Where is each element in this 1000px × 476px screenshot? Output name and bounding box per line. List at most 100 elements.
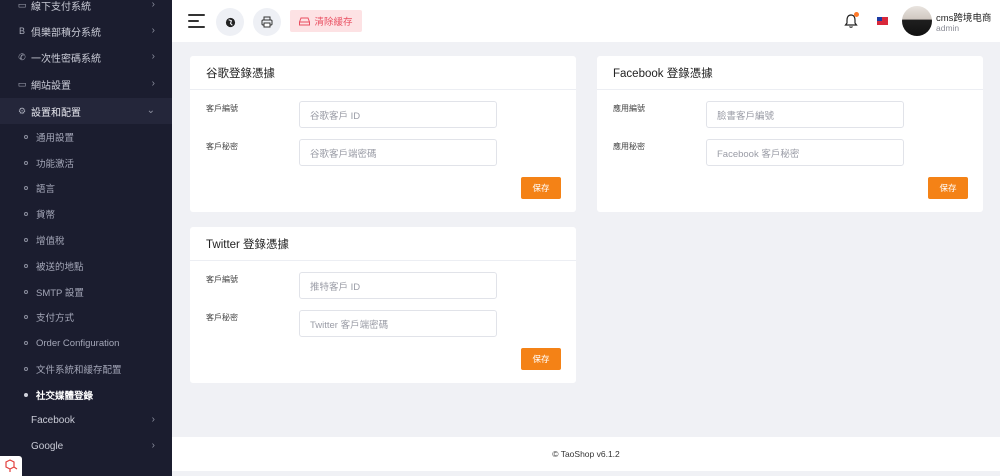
sidebar-subitem-smtp-settings[interactable]: SMTP 設置: [0, 279, 172, 305]
gear-icon: ⚙: [17, 105, 27, 116]
sidebar-subitem-label: 文件系統和緩存配置: [36, 365, 122, 376]
sidebar-subitem-order-configuration[interactable]: Order Configuration: [0, 330, 172, 356]
sidebar-item-label: 設置和配置: [31, 107, 81, 119]
client-secret-label: 客戶秘密: [206, 313, 238, 322]
bullet-icon: [24, 161, 28, 165]
bitcoin-icon: B: [18, 26, 25, 36]
bullet-icon: [24, 238, 28, 242]
card-title: 谷歌登錄憑據: [206, 67, 275, 80]
chevron-right-icon: ›: [151, 440, 155, 451]
sidebar-subitem-payment-methods[interactable]: 支付方式: [0, 304, 172, 330]
bullet-icon: [24, 367, 28, 371]
google-client-id-input[interactable]: 谷歌客戶 ID: [299, 101, 497, 128]
card-title: Facebook 登錄憑據: [613, 67, 713, 80]
bullet-icon: [24, 341, 28, 345]
sidebar-subitem-label: Order Configuration: [36, 337, 120, 349]
user-role: admin: [936, 23, 960, 33]
sidebar-subitem-currency[interactable]: 貨幣: [0, 201, 172, 227]
card-title: Twitter 登錄憑據: [206, 238, 290, 251]
notification-badge: [854, 12, 859, 17]
printer-icon: [261, 16, 273, 28]
sidebar-subitem-label: 通用設置: [36, 133, 75, 144]
footer: © TaoShop v6.1.2: [172, 437, 1000, 471]
sidebar-item-label: 俱樂部積分系統: [31, 27, 101, 39]
divider: [190, 89, 576, 90]
monitor-icon: ▭: [17, 78, 27, 89]
sidebar-item-label: 線下支付系統: [31, 1, 91, 13]
sidebar-item-otp-system[interactable]: ✆ 一次性密碼系統 ›: [0, 44, 172, 70]
sidebar-item-website-setup[interactable]: ▭ 網站設置 ›: [0, 71, 172, 97]
avatar[interactable]: [902, 6, 932, 36]
sidebar-subitem-vat[interactable]: 增值稅: [0, 227, 172, 253]
sidebar-subitem-label: 語言: [36, 184, 56, 195]
chevron-right-icon: ›: [151, 414, 155, 425]
sidebar-subitem-languages[interactable]: 語言: [0, 175, 172, 201]
sidebar-subitem-label: 社交媒體登錄: [36, 391, 94, 402]
sidebar-item-google[interactable]: Google ›: [0, 433, 172, 459]
sidebar-item-club-points[interactable]: B 俱樂部積分系統 ›: [0, 18, 172, 44]
user-name[interactable]: cms跨境电商: [936, 10, 991, 24]
twitter-save-button[interactable]: 保存: [521, 348, 561, 370]
sidebar-item-label: Facebook: [31, 414, 75, 426]
facebook-app-id-input[interactable]: 臉書客戶編號: [706, 101, 904, 128]
sidebar-subitem-label: 功能激活: [36, 159, 75, 170]
twitter-client-secret-input[interactable]: Twitter 客戶端密碼: [299, 310, 497, 337]
chevron-right-icon: ›: [151, 25, 155, 36]
sidebar-subitem-label: 增值稅: [36, 236, 65, 247]
app-id-label: 應用編號: [613, 104, 645, 113]
sidebar-subitem-general-settings[interactable]: 通用設置: [0, 124, 172, 150]
chevron-down-icon: ⌄: [146, 105, 155, 116]
google-login-card: 谷歌登錄憑據 客戶編號 谷歌客戶 ID 客戶秘密 谷歌客戶端密碼 保存: [190, 56, 576, 212]
bullet-icon: [24, 290, 28, 294]
client-secret-label: 客戶秘密: [206, 142, 238, 151]
divider: [597, 89, 983, 90]
bullet-icon: [24, 186, 28, 190]
sidebar-subitem-label: SMTP 設置: [36, 288, 84, 299]
sidebar: ▭ 線下支付系統 › B 俱樂部積分系統 › ✆ 一次性密碼系統 › ▭ 網站設…: [0, 0, 172, 476]
sidebar-item-setup-configuration[interactable]: ⚙ 設置和配置 ⌄: [0, 98, 172, 124]
laravel-logo-icon: [0, 456, 22, 476]
chevron-right-icon: ›: [151, 0, 155, 10]
divider: [190, 260, 576, 261]
sidebar-subitem-pickup-point[interactable]: 被送的地點: [0, 253, 172, 279]
twitter-login-card: Twitter 登錄憑據 客戶編號 推特客戶 ID 客戶秘密 Twitter 客…: [190, 227, 576, 383]
sidebar-item-label: 網站設置: [31, 80, 71, 92]
globe-icon: [225, 17, 235, 27]
top-header: 清除緩存 cms跨境电商 admin: [172, 0, 1000, 42]
sidebar-subitem-label: 支付方式: [36, 313, 75, 324]
sidebar-subitem-label: 被送的地點: [36, 262, 84, 273]
client-id-label: 客戶編號: [206, 275, 238, 284]
sidebar-subitem-label: 貨幣: [36, 210, 56, 221]
clear-cache-label: 清除緩存: [314, 17, 353, 28]
bullet-icon: [24, 393, 28, 397]
clear-cache-button[interactable]: 清除緩存: [290, 10, 362, 32]
phone-icon: ✆: [18, 51, 26, 62]
twitter-client-id-input[interactable]: 推特客戶 ID: [299, 272, 497, 299]
bullet-icon: [24, 212, 28, 216]
chevron-right-icon: ›: [151, 78, 155, 89]
google-client-secret-input[interactable]: 谷歌客戶端密碼: [299, 139, 497, 166]
bullet-icon: [24, 315, 28, 319]
app-secret-label: 應用秘密: [613, 142, 645, 151]
cash-icon: ▭: [17, 0, 27, 10]
facebook-save-button[interactable]: 保存: [928, 177, 968, 199]
facebook-login-card: Facebook 登錄憑據 應用編號 臉書客戶編號 應用秘密 Facebook …: [597, 56, 983, 212]
sidebar-item-label: Google: [31, 440, 64, 452]
facebook-app-secret-input[interactable]: Facebook 客戶秘密: [706, 139, 904, 166]
menu-toggle-icon[interactable]: [188, 14, 205, 32]
google-save-button[interactable]: 保存: [521, 177, 561, 199]
pos-print-button[interactable]: [253, 8, 281, 36]
sidebar-item-label: 一次性密碼系統: [31, 53, 101, 65]
language-flag-icon[interactable]: [877, 17, 888, 25]
bullet-icon: [24, 264, 28, 268]
sidebar-item-offline-payment[interactable]: ▭ 線下支付系統 ›: [0, 0, 172, 18]
sidebar-subitem-file-system-cache[interactable]: 文件系統和緩存配置: [0, 356, 172, 382]
sidebar-item-facebook[interactable]: Facebook ›: [0, 407, 172, 433]
sidebar-subitem-features-activation[interactable]: 功能激活: [0, 150, 172, 176]
browse-website-button[interactable]: [216, 8, 244, 36]
bullet-icon: [24, 135, 28, 139]
sidebar-subitem-social-media-login[interactable]: 社交媒體登錄: [0, 382, 172, 408]
hard-drive-icon: [299, 17, 311, 25]
chevron-right-icon: ›: [151, 51, 155, 62]
client-id-label: 客戶編號: [206, 104, 238, 113]
